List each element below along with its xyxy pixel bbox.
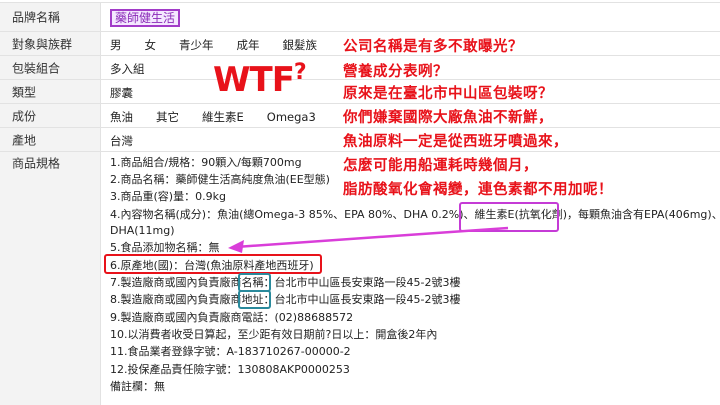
comment-line: 原來是在臺北市中山區包裝呀？ [343,86,553,102]
comment-line: 公司名稱是有多不敢曝光？ [343,39,523,55]
arrow-line [235,226,509,249]
comment-line: 脂肪酸氧化會褐變，連色素都不用加呢！ [343,182,613,198]
wtf-annotation: WTF? [213,60,307,100]
wtf-question-mark: ? [293,60,307,85]
comment-line: 怎麼可能用船運耗時幾個月， [343,158,538,174]
wtf-text: WTF [213,60,295,100]
arrow-head [228,240,244,253]
comment-line: 魚油原料一定是從西班牙噴過來， [343,134,568,150]
comment-line: 你們嫌棄國際大廠魚油不新鮮， [343,110,553,126]
comment-line: 營養成分表咧？ [343,64,448,80]
